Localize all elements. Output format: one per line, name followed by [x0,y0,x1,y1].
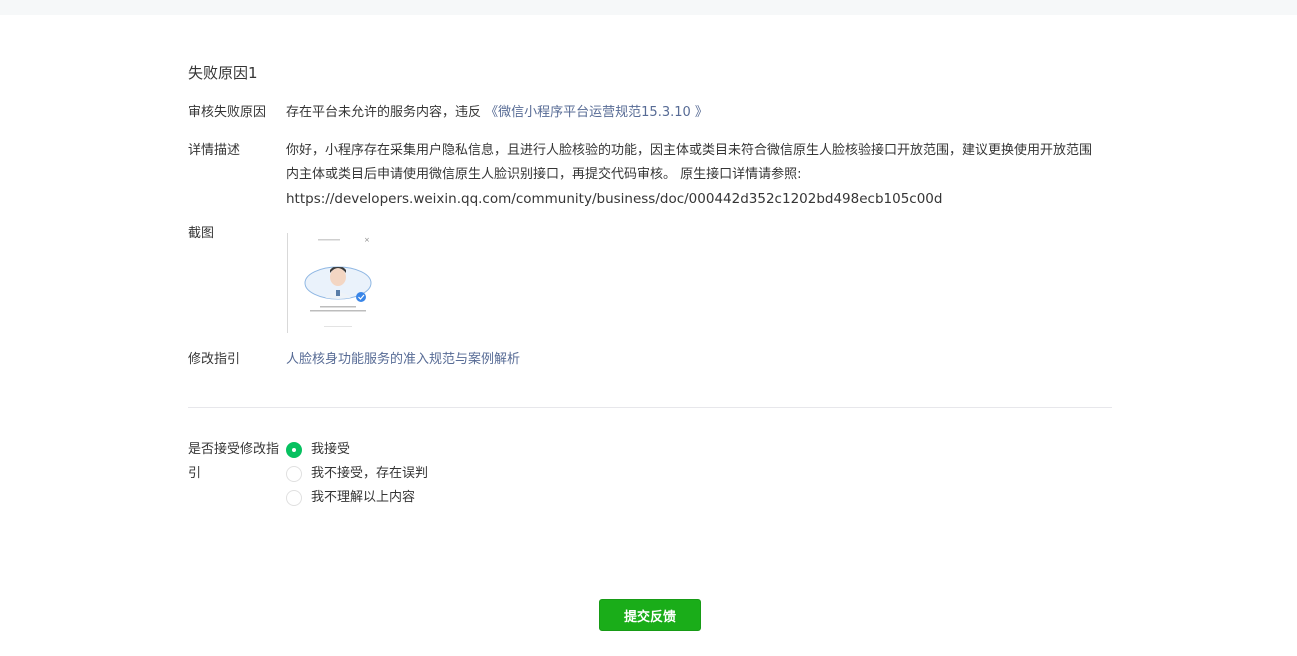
radio-label: 我接受 [311,442,351,457]
accept-row: 是否接受修改指引 我接受 我不接受，存在误判 我不理解以上内容 [188,438,1112,510]
detail-text: 你好，小程序存在采集用户隐私信息，且进行人脸核验的功能，因主体或类目未符合微信原… [286,143,1093,182]
detail-label: 详情描述 [188,143,241,158]
radio-option-accept[interactable]: 我接受 [286,438,1112,462]
radio-button[interactable] [286,442,302,458]
top-bar [0,0,1297,15]
submit-feedback-button[interactable]: 提交反馈 [599,599,701,631]
rule-link[interactable]: 《微信小程序平台运营规范15.3.10 》 [485,105,708,120]
guide-row: 修改指引 人脸核身功能服务的准入规范与案例解析 [188,348,1112,372]
reason-value: 存在平台未允许的服务内容，违反 《微信小程序平台运营规范15.3.10 》 [286,101,1112,125]
radio-button[interactable] [286,466,302,482]
guide-label: 修改指引 [188,352,241,367]
reason-row: 审核失败原因 存在平台未允许的服务内容，违反 《微信小程序平台运营规范15.3.… [188,101,1112,125]
radio-option-not-understand[interactable]: 我不理解以上内容 [286,486,1112,510]
section-title: 失败原因1 [188,64,258,82]
radio-button[interactable] [286,490,302,506]
screenshot-thumbnail[interactable]: × [287,233,387,333]
detail-value: 你好，小程序存在采集用户隐私信息，且进行人脸核验的功能，因主体或类目未符合微信原… [286,139,1112,212]
accept-label: 是否接受修改指引 [188,442,280,481]
radio-option-reject[interactable]: 我不接受，存在误判 [286,462,1112,486]
svg-text:×: × [364,236,370,244]
screenshot-label: 截图 [188,226,215,241]
radio-label: 我不接受，存在误判 [311,466,429,481]
accept-radio-group: 我接受 我不接受，存在误判 我不理解以上内容 [286,438,1112,510]
reason-label: 审核失败原因 [188,105,267,120]
reason-text: 存在平台未允许的服务内容，违反 [286,105,482,120]
guide-value: 人脸核身功能服务的准入规范与案例解析 [286,348,1112,372]
face-verification-image: × [304,236,372,327]
detail-row: 详情描述 你好，小程序存在采集用户隐私信息，且进行人脸核验的功能，因主体或类目未… [188,139,1112,212]
divider [188,407,1112,408]
radio-label: 我不理解以上内容 [311,490,416,505]
guide-link[interactable]: 人脸核身功能服务的准入规范与案例解析 [286,352,520,367]
detail-url: https://developers.weixin.qq.com/communi… [286,191,943,207]
